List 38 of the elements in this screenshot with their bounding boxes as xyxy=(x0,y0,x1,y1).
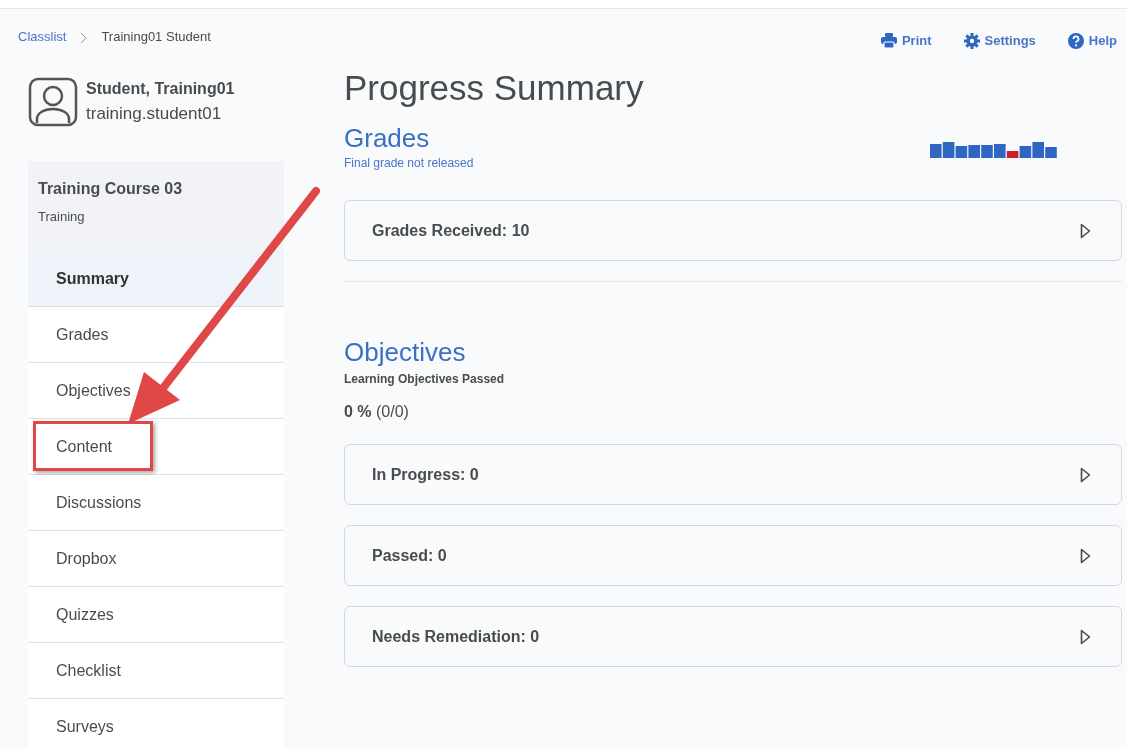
section-heading: Grades xyxy=(344,123,431,155)
sidebar-item[interactable]: Discussions xyxy=(28,475,284,531)
course-title: Training Course 03 xyxy=(38,179,184,199)
expand-icon xyxy=(1080,466,1091,483)
sidebar-item[interactable]: Grades xyxy=(28,307,284,363)
fraction-value: (0/0) xyxy=(376,403,409,421)
avatar-icon xyxy=(28,77,78,127)
grade-note: Final grade not released xyxy=(344,155,474,173)
breadcrumb-link[interactable]: Classlist xyxy=(18,27,67,47)
percent-value: 0 % xyxy=(344,403,372,421)
sidebar-item[interactable]: Checklist xyxy=(28,643,284,699)
expand-panel[interactable]: In Progress: 0 xyxy=(344,444,1122,506)
sidebar-item[interactable]: Quizzes xyxy=(28,587,284,643)
printer-icon xyxy=(880,33,897,49)
expand-icon xyxy=(1080,222,1091,239)
expand-panel[interactable]: Grades Received: 10 xyxy=(344,200,1122,262)
course-subtitle: Training xyxy=(38,208,86,226)
expand-icon xyxy=(1080,547,1091,564)
expand-icon xyxy=(1080,628,1091,645)
sidebar-item[interactable]: Summary xyxy=(28,251,284,307)
sidebar-item[interactable]: Surveys xyxy=(28,699,284,748)
settings-icon xyxy=(963,32,980,49)
breadcrumb-current: Training01 Student xyxy=(101,28,211,46)
section-heading: Objectives xyxy=(344,337,467,369)
sidebar-item[interactable]: Content xyxy=(28,419,284,475)
expand-panel[interactable]: Needs Remediation: 0 xyxy=(344,606,1122,668)
page-title: Progress Summary xyxy=(344,67,645,109)
help-icon xyxy=(1067,32,1084,49)
settings-link[interactable]: Settings xyxy=(963,31,1036,51)
expand-panel[interactable]: Passed: 0 xyxy=(344,525,1122,587)
help-link[interactable]: Help xyxy=(1067,31,1117,51)
sidebar-item[interactable]: Objectives xyxy=(28,363,284,419)
objectives-caption: Learning Objectives Passed xyxy=(344,371,506,389)
chevron-icon xyxy=(80,31,88,44)
user-login: training.student01 xyxy=(86,103,223,125)
sidebar-item[interactable]: Dropbox xyxy=(28,531,284,587)
print-link[interactable]: Print xyxy=(880,31,932,51)
user-name: Student, Training01 xyxy=(86,79,235,99)
